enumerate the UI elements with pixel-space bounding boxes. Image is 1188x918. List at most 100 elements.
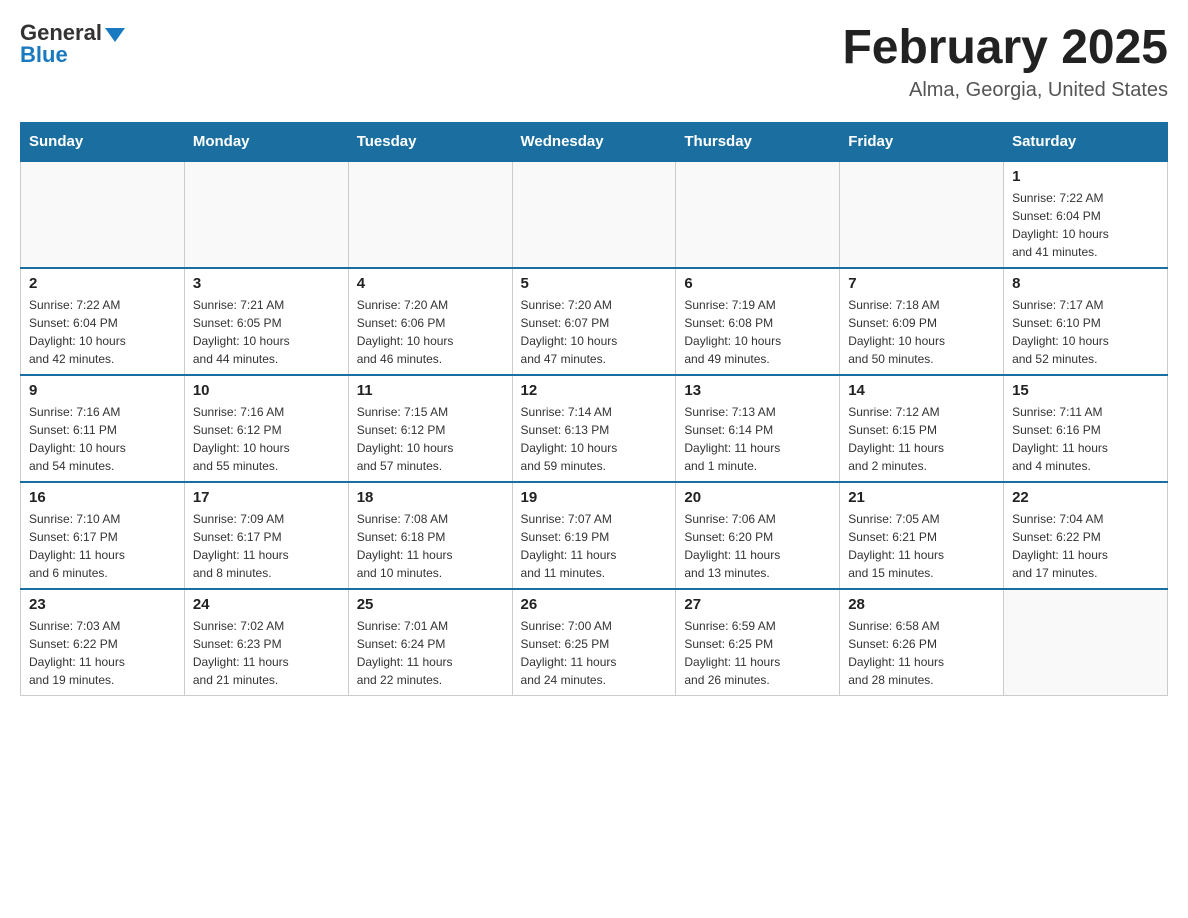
- day-number: 14: [848, 382, 995, 399]
- day-number: 24: [193, 596, 340, 613]
- day-number: 20: [684, 489, 831, 506]
- day-number: 28: [848, 596, 995, 613]
- calendar-cell: 4Sunrise: 7:20 AMSunset: 6:06 PMDaylight…: [348, 268, 512, 375]
- calendar-cell: 11 Sunrise: 7:15 AMSunset: 6:12 PMDayligh…: [348, 375, 512, 482]
- day-number: 8: [1012, 275, 1159, 292]
- day-number: 6: [684, 275, 831, 292]
- calendar-cell: 17 Sunrise: 7:09 AMSunset: 6:17 PMDayligh…: [184, 482, 348, 589]
- calendar-cell: 9 Sunrise: 7:16 AMSunset: 6:11 PMDaylight…: [21, 375, 185, 482]
- day-number: 19: [521, 489, 668, 506]
- day-info: Sunrise: 6:59 AMSunset: 6:25 PMDaylight:…: [684, 617, 831, 689]
- day-info: Sunrise: 7:22 AMSunset: 6:04 PMDaylight:…: [1012, 189, 1159, 261]
- day-number: 22: [1012, 489, 1159, 506]
- day-info: Sunrise: 7:14 AMSunset: 6:13 PMDaylight:…: [521, 403, 668, 475]
- calendar-cell: 7 Sunrise: 7:18 AMSunset: 6:09 PMDaylight…: [840, 268, 1004, 375]
- calendar-cell: 21 Sunrise: 7:05 AMSunset: 6:21 PMDayligh…: [840, 482, 1004, 589]
- calendar-table: SundayMondayTuesdayWednesdayThursdayFrid…: [20, 122, 1168, 696]
- day-info: Sunrise: 7:21 AMSunset: 6:05 PMDaylight:…: [193, 296, 340, 368]
- calendar-cell: 2Sunrise: 7:22 AMSunset: 6:04 PMDaylight…: [21, 268, 185, 375]
- day-number: 21: [848, 489, 995, 506]
- page-header: General Blue February 2025 Alma, Georgia…: [20, 20, 1168, 102]
- day-info: Sunrise: 6:58 AMSunset: 6:26 PMDaylight:…: [848, 617, 995, 689]
- weekday-header-saturday: Saturday: [1004, 123, 1168, 162]
- day-number: 15: [1012, 382, 1159, 399]
- day-number: 7: [848, 275, 995, 292]
- calendar-cell: 3 Sunrise: 7:21 AMSunset: 6:05 PMDaylight…: [184, 268, 348, 375]
- calendar-cell: 22 Sunrise: 7:04 AMSunset: 6:22 PMDayligh…: [1004, 482, 1168, 589]
- day-number: 13: [684, 382, 831, 399]
- calendar-cell: [21, 161, 185, 268]
- day-number: 11: [357, 382, 504, 399]
- calendar-cell: [1004, 589, 1168, 696]
- day-info: Sunrise: 7:03 AMSunset: 6:22 PMDaylight:…: [29, 617, 176, 689]
- day-info: Sunrise: 7:22 AMSunset: 6:04 PMDaylight:…: [29, 296, 176, 368]
- day-number: 23: [29, 596, 176, 613]
- day-number: 25: [357, 596, 504, 613]
- week-row-2: 2Sunrise: 7:22 AMSunset: 6:04 PMDaylight…: [21, 268, 1168, 375]
- day-number: 26: [521, 596, 668, 613]
- calendar-cell: 24 Sunrise: 7:02 AMSunset: 6:23 PMDayligh…: [184, 589, 348, 696]
- day-number: 27: [684, 596, 831, 613]
- month-title: February 2025: [842, 20, 1168, 75]
- calendar-cell: 19 Sunrise: 7:07 AMSunset: 6:19 PMDayligh…: [512, 482, 676, 589]
- day-info: Sunrise: 7:02 AMSunset: 6:23 PMDaylight:…: [193, 617, 340, 689]
- weekday-header-thursday: Thursday: [676, 123, 840, 162]
- title-block: February 2025 Alma, Georgia, United Stat…: [842, 20, 1168, 102]
- weekday-header-monday: Monday: [184, 123, 348, 162]
- logo-blue-label: Blue: [20, 42, 68, 68]
- day-info: Sunrise: 7:17 AMSunset: 6:10 PMDaylight:…: [1012, 296, 1159, 368]
- day-info: Sunrise: 7:08 AMSunset: 6:18 PMDaylight:…: [357, 510, 504, 582]
- calendar-cell: 6 Sunrise: 7:19 AMSunset: 6:08 PMDaylight…: [676, 268, 840, 375]
- day-number: 16: [29, 489, 176, 506]
- calendar-cell: 23 Sunrise: 7:03 AMSunset: 6:22 PMDayligh…: [21, 589, 185, 696]
- logo-arrow-icon: [105, 28, 125, 42]
- calendar-cell: 28 Sunrise: 6:58 AMSunset: 6:26 PMDayligh…: [840, 589, 1004, 696]
- calendar-cell: 15 Sunrise: 7:11 AMSunset: 6:16 PMDayligh…: [1004, 375, 1168, 482]
- day-number: 1: [1012, 168, 1159, 185]
- day-info: Sunrise: 7:12 AMSunset: 6:15 PMDaylight:…: [848, 403, 995, 475]
- day-number: 9: [29, 382, 176, 399]
- calendar-cell: 18 Sunrise: 7:08 AMSunset: 6:18 PMDayligh…: [348, 482, 512, 589]
- day-info: Sunrise: 7:00 AMSunset: 6:25 PMDaylight:…: [521, 617, 668, 689]
- week-row-3: 9 Sunrise: 7:16 AMSunset: 6:11 PMDaylight…: [21, 375, 1168, 482]
- day-number: 18: [357, 489, 504, 506]
- day-info: Sunrise: 7:05 AMSunset: 6:21 PMDaylight:…: [848, 510, 995, 582]
- day-info: Sunrise: 7:18 AMSunset: 6:09 PMDaylight:…: [848, 296, 995, 368]
- day-number: 5: [521, 275, 668, 292]
- day-info: Sunrise: 7:20 AMSunset: 6:07 PMDaylight:…: [521, 296, 668, 368]
- calendar-cell: 16 Sunrise: 7:10 AMSunset: 6:17 PMDayligh…: [21, 482, 185, 589]
- weekday-header-tuesday: Tuesday: [348, 123, 512, 162]
- day-info: Sunrise: 7:16 AMSunset: 6:11 PMDaylight:…: [29, 403, 176, 475]
- calendar-cell: 12Sunrise: 7:14 AMSunset: 6:13 PMDayligh…: [512, 375, 676, 482]
- day-number: 17: [193, 489, 340, 506]
- day-info: Sunrise: 7:01 AMSunset: 6:24 PMDaylight:…: [357, 617, 504, 689]
- day-info: Sunrise: 7:11 AMSunset: 6:16 PMDaylight:…: [1012, 403, 1159, 475]
- day-info: Sunrise: 7:07 AMSunset: 6:19 PMDaylight:…: [521, 510, 668, 582]
- week-row-4: 16 Sunrise: 7:10 AMSunset: 6:17 PMDayligh…: [21, 482, 1168, 589]
- day-info: Sunrise: 7:09 AMSunset: 6:17 PMDaylight:…: [193, 510, 340, 582]
- day-info: Sunrise: 7:15 AMSunset: 6:12 PMDaylight:…: [357, 403, 504, 475]
- day-info: Sunrise: 7:19 AMSunset: 6:08 PMDaylight:…: [684, 296, 831, 368]
- weekday-header-wednesday: Wednesday: [512, 123, 676, 162]
- day-info: Sunrise: 7:04 AMSunset: 6:22 PMDaylight:…: [1012, 510, 1159, 582]
- calendar-cell: [512, 161, 676, 268]
- calendar-cell: [840, 161, 1004, 268]
- calendar-cell: 5 Sunrise: 7:20 AMSunset: 6:07 PMDaylight…: [512, 268, 676, 375]
- calendar-cell: 27 Sunrise: 6:59 AMSunset: 6:25 PMDayligh…: [676, 589, 840, 696]
- calendar-cell: 25 Sunrise: 7:01 AMSunset: 6:24 PMDayligh…: [348, 589, 512, 696]
- calendar-cell: [676, 161, 840, 268]
- calendar-cell: [184, 161, 348, 268]
- calendar-cell: 10Sunrise: 7:16 AMSunset: 6:12 PMDayligh…: [184, 375, 348, 482]
- calendar-cell: 26 Sunrise: 7:00 AMSunset: 6:25 PMDayligh…: [512, 589, 676, 696]
- calendar-cell: 13 Sunrise: 7:13 AMSunset: 6:14 PMDayligh…: [676, 375, 840, 482]
- weekday-header-sunday: Sunday: [21, 123, 185, 162]
- weekday-header-friday: Friday: [840, 123, 1004, 162]
- day-info: Sunrise: 7:06 AMSunset: 6:20 PMDaylight:…: [684, 510, 831, 582]
- week-row-5: 23 Sunrise: 7:03 AMSunset: 6:22 PMDayligh…: [21, 589, 1168, 696]
- day-number: 10: [193, 382, 340, 399]
- calendar-cell: 14 Sunrise: 7:12 AMSunset: 6:15 PMDayligh…: [840, 375, 1004, 482]
- day-number: 3: [193, 275, 340, 292]
- day-info: Sunrise: 7:10 AMSunset: 6:17 PMDaylight:…: [29, 510, 176, 582]
- weekday-header-row: SundayMondayTuesdayWednesdayThursdayFrid…: [21, 123, 1168, 162]
- day-info: Sunrise: 7:13 AMSunset: 6:14 PMDaylight:…: [684, 403, 831, 475]
